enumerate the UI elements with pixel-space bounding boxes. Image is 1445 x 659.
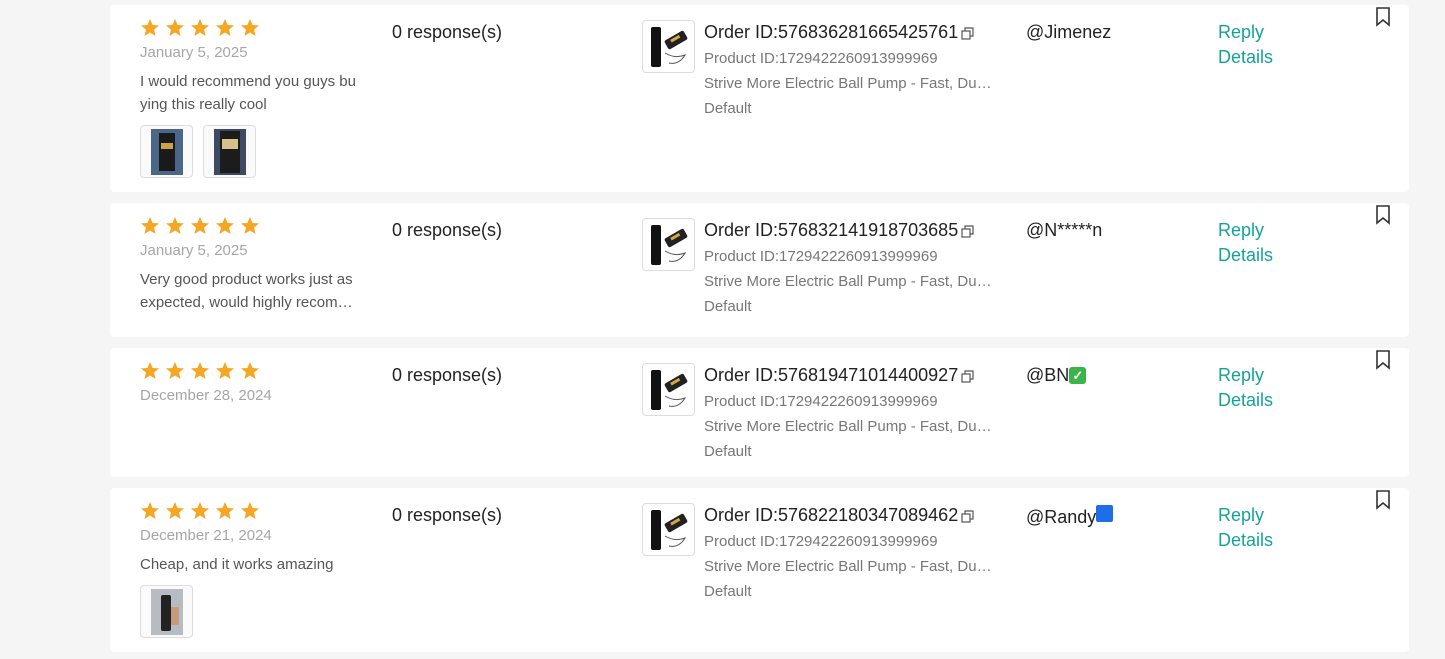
star-icon (166, 362, 184, 379)
review-text: Very good product works just as expected… (140, 271, 359, 311)
star-icon (191, 362, 209, 379)
star-icon (141, 362, 159, 379)
product-name: Strive More Electric Ball Pump - Fast, D… (704, 273, 994, 290)
star-icon (216, 19, 234, 36)
blue-square-emoji (1096, 505, 1114, 522)
star-icon (141, 19, 159, 36)
review-card: December 28, 2024 0 response(s) Order ID… (110, 348, 1409, 477)
star-icon (241, 217, 259, 234)
review-text: Cheap, and it works amazing (140, 556, 334, 573)
product-image (650, 369, 687, 410)
details-link[interactable]: Details (1218, 245, 1273, 266)
bookmark-icon[interactable] (1375, 350, 1391, 370)
reply-link[interactable]: Reply (1218, 365, 1264, 386)
details-link[interactable]: Details (1218, 530, 1273, 551)
star-icon (241, 19, 259, 36)
review-date: December 21, 2024 (140, 527, 272, 544)
reply-link[interactable]: Reply (1218, 22, 1264, 43)
star-icon (241, 502, 259, 519)
review-date: January 5, 2025 (140, 44, 248, 61)
review-photo[interactable] (203, 125, 256, 178)
product-name: Strive More Electric Ball Pump - Fast, D… (704, 75, 994, 92)
star-icon (191, 19, 209, 36)
product-variant: Default (704, 100, 752, 117)
response-count: 0 response(s) (392, 505, 503, 525)
copy-icon[interactable] (961, 225, 974, 238)
star-rating (140, 361, 260, 381)
star-icon (166, 217, 184, 234)
product-thumbnail[interactable] (642, 218, 695, 271)
product-name: Strive More Electric Ball Pump - Fast, D… (704, 418, 994, 435)
order-id: Order ID:576819471014400927 (704, 365, 974, 386)
review-date: December 28, 2024 (140, 387, 272, 404)
reviewer-name: @Jimenez (1026, 22, 1112, 42)
reviewer-handle: @BN (1026, 365, 1070, 385)
review-date: January 5, 2025 (140, 242, 248, 259)
star-icon (141, 502, 159, 519)
details-link[interactable]: Details (1218, 390, 1273, 411)
star-icon (216, 502, 234, 519)
reviewer-name: @N*****n (1026, 220, 1103, 240)
review-card: January 5, 2025 Very good product works … (110, 203, 1409, 337)
review-photos (140, 585, 193, 638)
order-id-text: Order ID:576822180347089462 (704, 505, 959, 525)
product-variant: Default (704, 443, 752, 460)
review-photo[interactable] (140, 125, 193, 178)
star-icon (216, 362, 234, 379)
product-image (650, 224, 687, 265)
product-thumbnail[interactable] (642, 363, 695, 416)
star-icon (166, 502, 184, 519)
copy-icon[interactable] (961, 510, 974, 523)
review-card: December 21, 2024 Cheap, and it works am… (110, 488, 1409, 652)
bookmark-icon[interactable] (1375, 7, 1391, 27)
details-link[interactable]: Details (1218, 47, 1273, 68)
order-id-text: Order ID:576832141918703685 (704, 220, 959, 240)
product-image (650, 509, 687, 550)
bookmark-icon[interactable] (1375, 490, 1391, 510)
product-id: Product ID:1729422260913999969 (704, 50, 938, 67)
reply-link[interactable]: Reply (1218, 220, 1264, 241)
review-photo[interactable] (140, 585, 193, 638)
reviewer-name: @Randy (1026, 505, 1114, 528)
photo-image (150, 588, 183, 635)
reviewer-handle: @Randy (1026, 507, 1097, 527)
product-id: Product ID:1729422260913999969 (704, 248, 938, 265)
response-count: 0 response(s) (392, 365, 503, 385)
product-image (650, 26, 687, 67)
star-rating (140, 18, 260, 38)
review-card: January 5, 2025 I would recommend you gu… (110, 5, 1409, 192)
photo-image (150, 128, 183, 175)
star-icon (166, 19, 184, 36)
star-icon (216, 217, 234, 234)
star-icon (141, 217, 159, 234)
review-text: I would recommend you guys buying this r… (140, 73, 356, 113)
review-photos (140, 125, 256, 178)
star-icon (191, 502, 209, 519)
photo-image (213, 128, 246, 175)
response-count: 0 response(s) (392, 22, 503, 42)
check-mark-emoji: ✓ (1069, 367, 1087, 384)
order-id-text: Order ID:576819471014400927 (704, 365, 959, 385)
product-id: Product ID:1729422260913999969 (704, 533, 938, 550)
product-variant: Default (704, 298, 752, 315)
order-id: Order ID:576832141918703685 (704, 220, 974, 241)
copy-icon[interactable] (961, 27, 974, 40)
copy-icon[interactable] (961, 370, 974, 383)
product-thumbnail[interactable] (642, 20, 695, 73)
star-icon (241, 362, 259, 379)
product-id: Product ID:1729422260913999969 (704, 393, 938, 410)
product-thumbnail[interactable] (642, 503, 695, 556)
reply-link[interactable]: Reply (1218, 505, 1264, 526)
bookmark-icon[interactable] (1375, 205, 1391, 225)
product-variant: Default (704, 583, 752, 600)
star-rating (140, 501, 260, 521)
reviewer-name: @BN ✓ (1026, 365, 1087, 386)
response-count: 0 response(s) (392, 220, 503, 240)
product-name: Strive More Electric Ball Pump - Fast, D… (704, 558, 994, 575)
star-icon (191, 217, 209, 234)
star-rating (140, 216, 260, 236)
order-id-text: Order ID:576836281665425761 (704, 22, 959, 42)
order-id: Order ID:576822180347089462 (704, 505, 974, 526)
order-id: Order ID:576836281665425761 (704, 22, 974, 43)
